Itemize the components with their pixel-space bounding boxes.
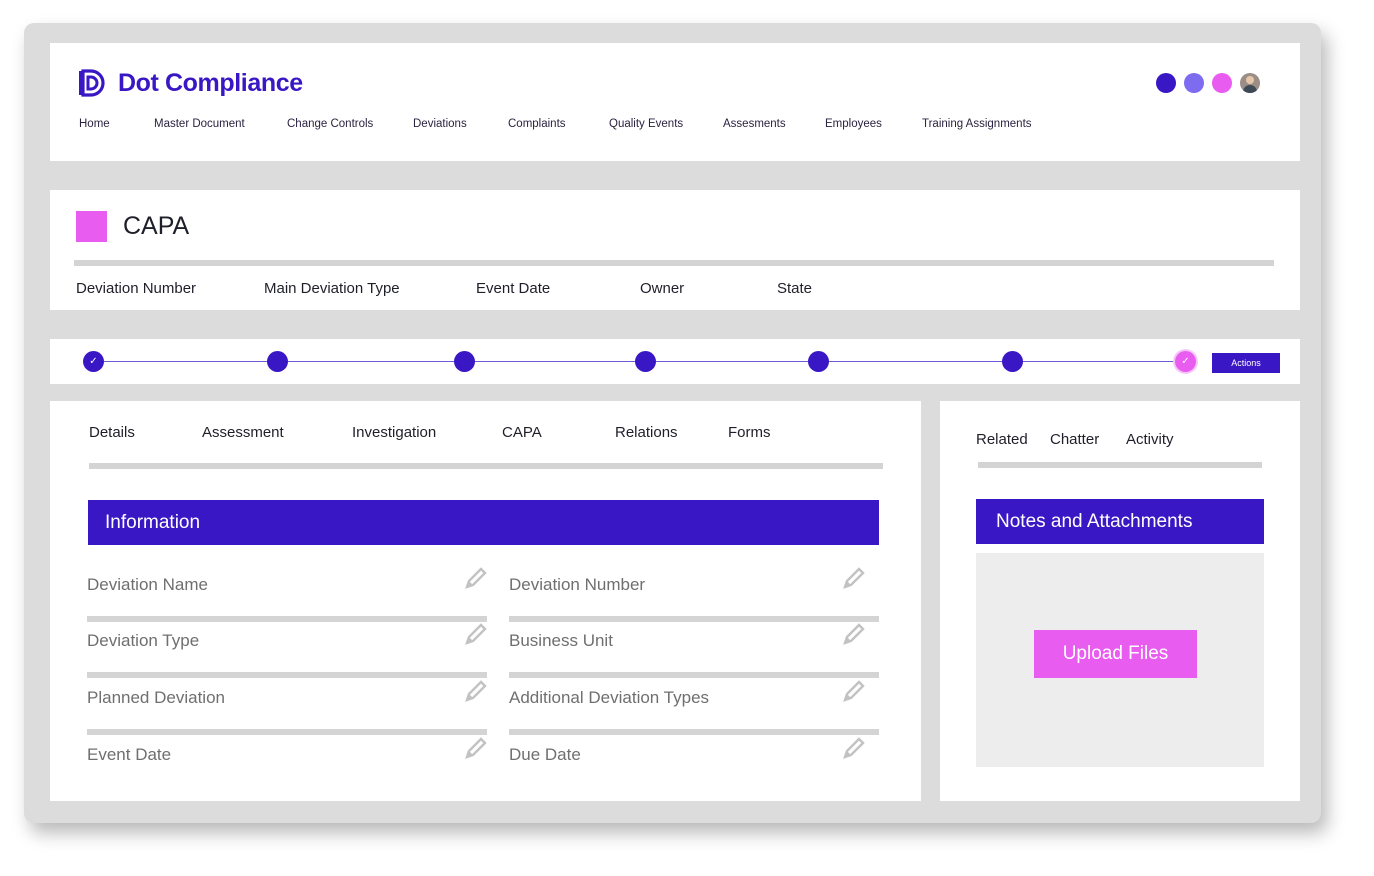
divider: [74, 260, 1274, 266]
pencil-icon[interactable]: [461, 678, 489, 706]
brand-name: Dot Compliance: [118, 68, 303, 97]
pencil-icon[interactable]: [839, 565, 867, 593]
tab-details[interactable]: Details: [89, 424, 135, 441]
tab-divider: [89, 463, 883, 469]
progress-step-2[interactable]: [267, 351, 288, 372]
tab-related[interactable]: Related: [976, 431, 1028, 448]
pencil-icon[interactable]: [461, 735, 489, 763]
actions-button[interactable]: Actions: [1212, 353, 1280, 373]
nav-item-employees[interactable]: Employees: [825, 118, 882, 130]
nav-item-home[interactable]: Home: [79, 118, 110, 130]
pencil-icon[interactable]: [461, 565, 489, 593]
nav-item-change-controls[interactable]: Change Controls: [287, 118, 373, 130]
information-section-header: Information: [88, 500, 879, 545]
field-deviation-number[interactable]: Deviation Number: [509, 565, 879, 622]
pencil-icon[interactable]: [839, 678, 867, 706]
section-title: Information: [105, 511, 201, 533]
nav-item-master-document[interactable]: Master Document: [154, 118, 245, 130]
field-planned-deviation[interactable]: Planned Deviation: [87, 678, 487, 735]
record-header: CAPA Deviation Number Main Deviation Typ…: [50, 190, 1300, 310]
tab-activity[interactable]: Activity: [1126, 431, 1174, 448]
user-avatar[interactable]: [1240, 73, 1260, 93]
field-header-owner: Owner: [640, 280, 685, 297]
notes-section-header: Notes and Attachments: [976, 499, 1264, 544]
status-dot-3[interactable]: [1212, 73, 1232, 93]
field-label: Event Date: [87, 745, 172, 764]
field-additional-deviation-types[interactable]: Additional Deviation Types: [509, 678, 879, 735]
check-icon: ✓: [89, 355, 98, 367]
progress-step-7[interactable]: ✓: [1175, 351, 1196, 372]
field-label: Deviation Name: [87, 575, 208, 594]
field-header-deviation-number: Deviation Number: [76, 280, 197, 297]
nav-item-deviations[interactable]: Deviations: [413, 118, 467, 130]
details-panel: Details Assessment Investigation CAPA Re…: [50, 401, 921, 801]
field-event-date[interactable]: Event Date: [87, 735, 487, 785]
field-deviation-type[interactable]: Deviation Type: [87, 621, 487, 678]
field-label: Business Unit: [509, 631, 613, 650]
top-header: Dot Compliance Home Master Document Chan…: [50, 43, 1300, 161]
related-panel: Related Chatter Activity Notes and Attac…: [940, 401, 1300, 801]
pencil-icon[interactable]: [839, 735, 867, 763]
field-header-event-date: Event Date: [476, 280, 551, 297]
dot-logo-icon: [79, 69, 105, 97]
header-status-dots: [1156, 73, 1260, 93]
tab-forms[interactable]: Forms: [728, 424, 771, 441]
field-label: Deviation Number: [509, 575, 646, 594]
status-dot-1[interactable]: [1156, 73, 1176, 93]
field-due-date[interactable]: Due Date: [509, 735, 879, 785]
field-business-unit[interactable]: Business Unit: [509, 621, 879, 678]
field-label: Due Date: [509, 745, 581, 764]
check-icon: ✓: [1181, 355, 1190, 367]
field-label: Additional Deviation Types: [509, 688, 710, 707]
record-title: CAPA: [123, 212, 190, 240]
tab-capa[interactable]: CAPA: [502, 424, 542, 441]
nav-item-complaints[interactable]: Complaints: [508, 118, 566, 130]
field-deviation-name[interactable]: Deviation Name: [87, 565, 487, 622]
field-header-state: State: [777, 280, 813, 297]
progress-path: ✓ ✓ Actions: [50, 339, 1300, 384]
nav-item-quality-events[interactable]: Quality Events: [609, 118, 683, 130]
field-label: Planned Deviation: [87, 688, 225, 707]
file-drop-zone[interactable]: Upload Files: [976, 553, 1264, 767]
field-header-main-deviation-type: Main Deviation Type: [264, 280, 400, 297]
progress-step-5[interactable]: [808, 351, 829, 372]
main-nav: Home Master Document Change Controls Dev…: [50, 118, 1300, 134]
progress-step-6[interactable]: [1002, 351, 1023, 372]
progress-step-4[interactable]: [635, 351, 656, 372]
nav-item-assesments[interactable]: Assesments: [723, 118, 786, 130]
tab-chatter[interactable]: Chatter: [1050, 431, 1099, 448]
progress-step-3[interactable]: [454, 351, 475, 372]
brand-logo[interactable]: Dot Compliance: [78, 67, 303, 99]
pencil-icon[interactable]: [839, 621, 867, 649]
status-dot-2[interactable]: [1184, 73, 1204, 93]
tab-investigation[interactable]: Investigation: [352, 424, 436, 441]
app-window: Dot Compliance Home Master Document Chan…: [24, 23, 1321, 823]
pencil-icon[interactable]: [461, 621, 489, 649]
tab-divider: [978, 462, 1262, 468]
section-title: Notes and Attachments: [996, 510, 1193, 532]
tab-relations[interactable]: Relations: [615, 424, 678, 441]
nav-item-training-assignments[interactable]: Training Assignments: [922, 118, 1032, 130]
progress-step-1[interactable]: ✓: [83, 351, 104, 372]
record-type-icon: [76, 211, 107, 242]
upload-files-button[interactable]: Upload Files: [1034, 630, 1197, 678]
field-label: Deviation Type: [87, 631, 200, 650]
tab-assessment[interactable]: Assessment: [202, 424, 284, 441]
